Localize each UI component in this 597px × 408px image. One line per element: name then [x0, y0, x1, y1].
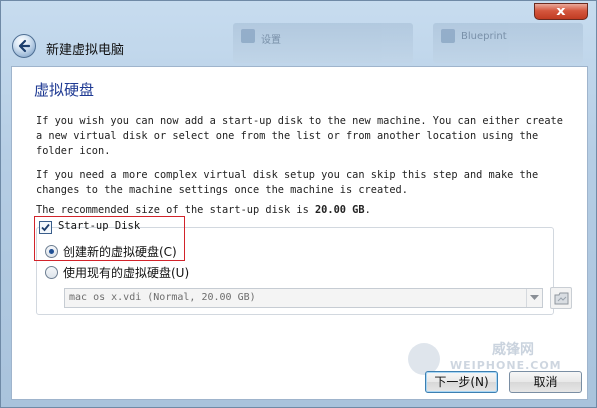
wizard-page: 虚拟硬盘 If you wish you can now add a start…	[11, 66, 588, 400]
advanced-text: If you need a more complex virtual disk …	[36, 169, 545, 196]
window-title: 新建虚拟电脑	[46, 43, 125, 58]
background-window-2: Blueprint	[433, 23, 583, 63]
use-existing-disk-radio[interactable]	[45, 266, 58, 279]
startup-disk-label[interactable]: Start-up Disk	[58, 220, 140, 232]
recommended-size-value: 20.00 GB	[314, 204, 365, 216]
background-window-1: 设置	[233, 23, 413, 63]
back-button[interactable]	[12, 34, 36, 58]
wizard-window: 设置 Blueprint x 新建虚拟电脑 虚拟硬盘 If you wish y…	[0, 0, 597, 408]
folder-icon	[554, 292, 569, 305]
background-app-icon	[441, 29, 455, 43]
recommended-prefix: The recommended size of the start-up dis…	[36, 204, 315, 216]
chevron-down-icon	[530, 295, 539, 300]
background-app-icon	[241, 29, 255, 43]
cancel-button[interactable]: 取消	[509, 371, 582, 393]
create-new-disk-label[interactable]: 创建新的虚拟硬盘(C)	[63, 243, 177, 260]
dropdown-button[interactable]	[526, 289, 542, 307]
choose-disk-file-button[interactable]	[550, 287, 572, 309]
page-title: 虚拟硬盘	[34, 81, 95, 99]
checkbox-check-icon	[41, 223, 50, 232]
watermark-main: 威锋网	[492, 342, 534, 358]
use-existing-disk-label[interactable]: 使用现有的虚拟硬盘(U)	[63, 264, 189, 281]
next-button[interactable]: 下一步(N)	[425, 371, 498, 393]
back-arrow-icon	[18, 39, 31, 53]
existing-disk-select[interactable]: mac os x.vdi (Normal, 20.00 GB)	[64, 288, 543, 308]
intro-text: If you wish you can now add a start-up d…	[36, 115, 570, 157]
background-window-label: Blueprint	[461, 31, 507, 42]
recommended-suffix: .	[364, 204, 371, 216]
startup-disk-checkbox[interactable]	[39, 221, 52, 234]
close-icon: x	[556, 4, 566, 18]
background-window-label: 设置	[261, 35, 281, 46]
close-button[interactable]: x	[534, 3, 588, 20]
create-new-disk-radio[interactable]	[45, 245, 58, 258]
existing-disk-value: mac os x.vdi (Normal, 20.00 GB)	[69, 292, 256, 303]
